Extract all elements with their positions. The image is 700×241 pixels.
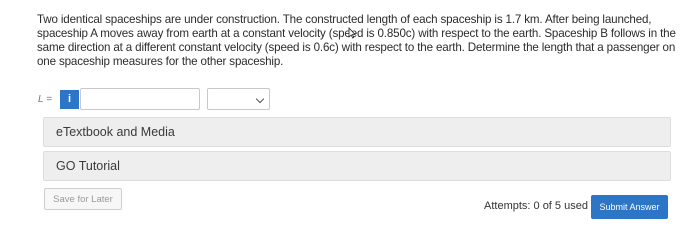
info-icon-glyph: i [67, 93, 72, 105]
etextbook-media-panel[interactable]: eTextbook and Media [43, 117, 671, 147]
info-icon[interactable]: i [60, 89, 79, 109]
attempts-counter: Attempts: 0 of 5 used [484, 200, 588, 212]
answer-input[interactable] [80, 88, 200, 110]
save-for-later-button[interactable]: Save for Later [44, 188, 122, 210]
text-cursor-icon [348, 27, 356, 39]
chevron-down-icon [255, 94, 265, 104]
go-tutorial-panel[interactable]: GO Tutorial [43, 151, 671, 181]
answer-row: L = i [38, 87, 270, 111]
variable-label: L = [38, 93, 52, 105]
go-tutorial-label: GO Tutorial [56, 159, 120, 173]
etextbook-media-label: eTextbook and Media [56, 125, 175, 139]
submit-answer-button[interactable]: Submit Answer [591, 195, 668, 219]
question-text: Two identical spaceships are under const… [37, 13, 676, 68]
unit-select[interactable] [207, 88, 270, 110]
